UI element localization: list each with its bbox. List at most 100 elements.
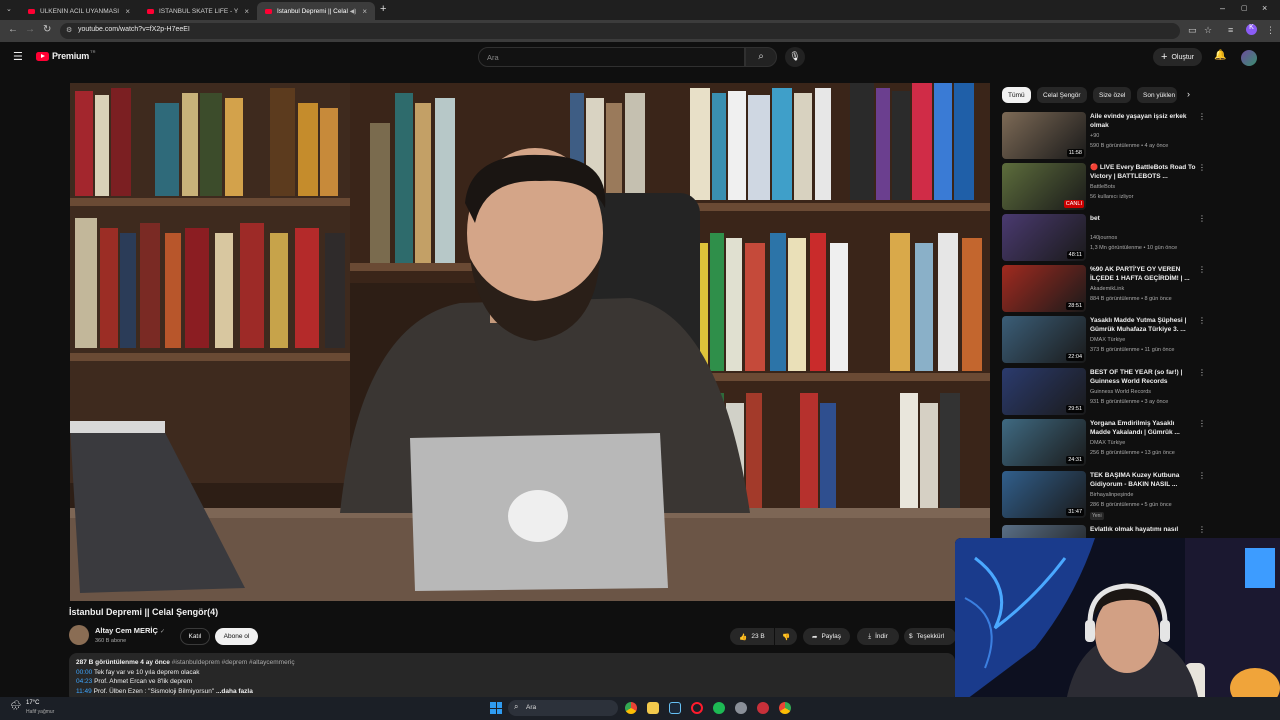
recommendation-title[interactable]: bet — [1090, 214, 1196, 223]
recommendation-item[interactable]: 24:31 Yorgana Emdirilmiş Yasaklı Madde Ya… — [1002, 419, 1207, 467]
maximize-icon[interactable]: ▢ — [1241, 4, 1248, 12]
join-button[interactable]: Katıl — [180, 628, 210, 645]
recommendation-title[interactable]: BEST OF THE YEAR (so far!) | Guinness Wo… — [1090, 368, 1196, 386]
chapter-timestamp[interactable]: 11:49 — [76, 688, 92, 695]
recommendation-channel[interactable]: Birhayalinpeşinde — [1090, 492, 1133, 498]
video-thumbnail[interactable]: 28:51 — [1002, 265, 1086, 312]
opera-icon[interactable] — [691, 702, 703, 714]
chip-celal-sengor[interactable]: Celal Şengör — [1037, 87, 1087, 103]
tab-3-active[interactable]: İstanbul Depremi || Celal Şengör ◀) × — [257, 2, 375, 20]
more-actions-icon[interactable]: ⋮ — [1198, 316, 1206, 325]
tab-2[interactable]: ISTANBUL SKATE LIFE - YouTube × — [139, 2, 257, 20]
video-thumbnail[interactable]: 48:11 — [1002, 214, 1086, 261]
recommendation-channel[interactable]: AkademikLink — [1090, 286, 1124, 292]
channel-name[interactable]: Altay Cem MERİÇ ✓ — [95, 626, 165, 635]
account-avatar[interactable] — [1241, 50, 1257, 66]
video-thumbnail[interactable]: 24:31 — [1002, 419, 1086, 466]
cast-icon[interactable]: ▭ — [1188, 25, 1197, 36]
recommendation-channel[interactable]: BattleBots — [1090, 184, 1115, 190]
video-thumbnail[interactable]: 22:04 — [1002, 316, 1086, 363]
voice-search-button[interactable]: 🎙 — [785, 47, 805, 67]
show-more-link[interactable]: ...daha fazla — [216, 688, 253, 695]
chapter-timestamp[interactable]: 00:00 — [76, 669, 92, 676]
recommendation-channel[interactable]: DMAX Türkiye — [1090, 440, 1125, 446]
more-actions-icon[interactable]: ⋮ — [1198, 214, 1206, 223]
recommendation-item[interactable]: 31:47 TEK BAŞIMA Kuzey Kutbuna Gidiyorum … — [1002, 471, 1207, 520]
notifications-bell-icon[interactable]: 🔔 — [1214, 50, 1226, 61]
menu-dots-icon[interactable]: ⋮ — [1266, 25, 1275, 36]
chip-all[interactable]: Tümü — [1002, 87, 1031, 103]
weather-icon[interactable]: 🌧 — [10, 700, 21, 711]
back-icon[interactable]: ← — [8, 24, 18, 35]
tab-list-chevron-icon[interactable]: ⌄ — [6, 5, 12, 13]
profile-avatar[interactable]: K — [1246, 24, 1257, 35]
recommendation-channel[interactable]: +90 — [1090, 133, 1099, 139]
weather-temp[interactable]: 17°C — [26, 700, 39, 706]
chevron-right-icon[interactable]: › — [1187, 89, 1190, 99]
dislike-button[interactable]: 👎 — [775, 628, 797, 645]
youtube-premium-logo[interactable]: Premium TR — [36, 49, 95, 61]
thanks-button[interactable]: $ Teşekkürl — [904, 628, 956, 645]
taskbar-search[interactable]: ⌕ Ara — [508, 700, 618, 716]
start-windows-icon[interactable] — [490, 702, 502, 714]
hamburger-menu-icon[interactable]: ☰ — [13, 50, 23, 63]
recommendation-title[interactable]: Yorgana Emdirilmiş Yasaklı Madde Yakalan… — [1090, 419, 1196, 437]
video-thumbnail[interactable] — [1002, 525, 1086, 538]
tab-1[interactable]: ÜLKENİN ACİL UYANMASI GEREK × — [20, 2, 138, 20]
recommendation-channel[interactable]: Guinness World Records — [1090, 389, 1151, 395]
recommendation-title[interactable]: %90 AK PARTİ'YE OY VEREN İLÇEDE 1 HAFTA … — [1090, 265, 1196, 283]
chip-for-you[interactable]: Size özel — [1093, 87, 1132, 103]
video-thumbnail[interactable]: 11:58 — [1002, 112, 1086, 159]
download-button[interactable]: ⤓ İndir — [857, 628, 899, 645]
video-thumbnail[interactable]: CANLI — [1002, 163, 1086, 210]
minimize-icon[interactable]: – — [1220, 3, 1225, 13]
extensions-icon[interactable]: ≡ — [1228, 25, 1233, 35]
video-description[interactable]: 287 B görüntülenme 4 ay önce #istanbulde… — [69, 653, 955, 703]
recommendation-title[interactable]: TEK BAŞIMA Kuzey Kutbuna Gidiyorum - BAK… — [1090, 471, 1196, 489]
video-player[interactable] — [70, 83, 990, 601]
file-explorer-icon[interactable] — [647, 702, 659, 714]
search-input[interactable]: Ara — [478, 47, 745, 67]
recommendation-item[interactable]: 48:11 bet 140journos 1,3 Mn görüntülenme • … — [1002, 214, 1207, 262]
more-actions-icon[interactable]: ⋮ — [1198, 471, 1206, 480]
chrome-canary-icon[interactable] — [779, 702, 791, 714]
close-tab-icon[interactable]: × — [125, 7, 130, 16]
share-button[interactable]: ➦ Paylaş — [803, 628, 850, 645]
recommendation-item[interactable]: 22:04 Yasaklı Madde Yutma Şüphesi | Gümrü… — [1002, 316, 1207, 364]
recommendation-item[interactable]: 28:51 %90 AK PARTİ'YE OY VEREN İLÇEDE 1 H… — [1002, 265, 1207, 313]
create-button[interactable]: + Oluştur — [1153, 48, 1202, 66]
subscribe-button[interactable]: Abone ol — [215, 628, 258, 645]
more-actions-icon[interactable]: ⋮ — [1198, 525, 1206, 534]
chip-recent-uploads[interactable]: Son yüklen — [1137, 87, 1177, 103]
app-icon-red[interactable] — [757, 702, 769, 714]
spotify-icon[interactable] — [713, 702, 725, 714]
chapter-timestamp[interactable]: 04:23 — [76, 678, 92, 685]
forward-icon[interactable]: → — [25, 24, 35, 35]
reload-icon[interactable]: ↻ — [43, 24, 51, 35]
close-tab-icon[interactable]: × — [362, 7, 367, 16]
chrome-icon[interactable] — [625, 702, 637, 714]
more-actions-icon[interactable]: ⋮ — [1198, 368, 1206, 377]
more-actions-icon[interactable]: ⋮ — [1198, 265, 1206, 274]
recommendation-title[interactable]: Evlatlık olmak hayatımı nasıl — [1090, 525, 1196, 534]
steam-icon[interactable] — [669, 702, 681, 714]
recommendation-item[interactable]: 11:58 Aile evinde yaşayan işsiz erkek olm… — [1002, 112, 1207, 160]
bookmark-star-icon[interactable]: ☆ — [1204, 25, 1212, 36]
settings-gear-icon[interactable] — [735, 702, 747, 714]
new-tab-icon[interactable]: + — [380, 3, 386, 15]
close-window-icon[interactable]: × — [1262, 3, 1267, 13]
recommendation-item[interactable]: 29:51 BEST OF THE YEAR (so far!) | Guinne… — [1002, 368, 1207, 416]
recommendation-channel[interactable]: DMAX Türkiye — [1090, 337, 1125, 343]
speaker-icon[interactable]: ◀) — [350, 8, 357, 15]
recommendation-title[interactable]: Aile evinde yaşayan işsiz erkek olmak — [1090, 112, 1196, 130]
search-button[interactable]: ⌕ — [745, 47, 777, 67]
video-thumbnail[interactable]: 29:51 — [1002, 368, 1086, 415]
recommendation-channel[interactable]: 140journos — [1090, 235, 1117, 241]
like-button[interactable]: 👍 23 B — [730, 628, 774, 645]
site-info-icon[interactable]: ⚙ — [66, 26, 72, 34]
channel-avatar[interactable] — [69, 625, 89, 645]
more-actions-icon[interactable]: ⋮ — [1198, 419, 1206, 428]
video-thumbnail[interactable]: 31:47 — [1002, 471, 1086, 518]
more-actions-icon[interactable]: ⋮ — [1198, 112, 1206, 121]
recommendation-item[interactable]: Evlatlık olmak hayatımı nasıl ⋮ — [1002, 525, 1207, 538]
